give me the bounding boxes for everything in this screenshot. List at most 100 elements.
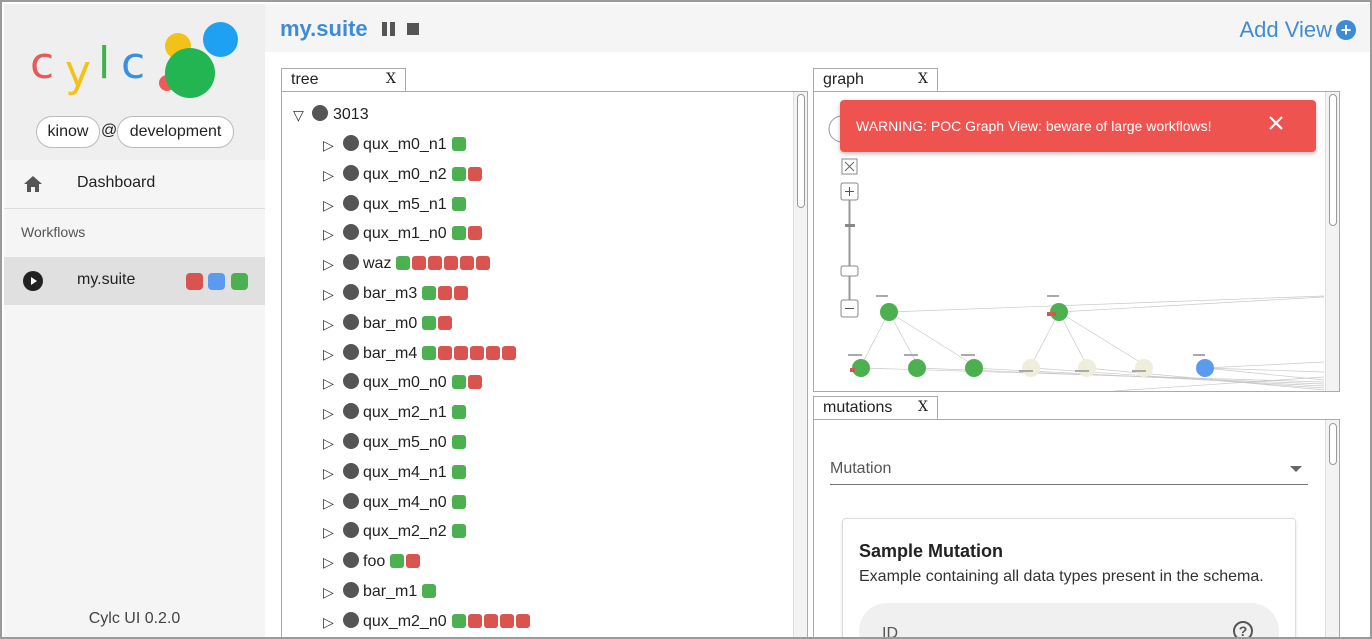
tree-task-row[interactable]: ▷ bar_m0 <box>323 313 783 337</box>
job-succeeded[interactable] <box>396 256 410 271</box>
job-failed[interactable] <box>428 256 442 271</box>
job-failed[interactable] <box>516 613 530 628</box>
add-circle-icon[interactable]: + <box>1336 20 1356 40</box>
tree-root-row[interactable]: ▽ 3013 <box>293 104 493 128</box>
help-icon[interactable]: ? <box>1233 621 1253 637</box>
graph-scrollbar[interactable] <box>1325 92 1339 391</box>
scrollbar-thumb[interactable] <box>797 94 805 208</box>
graph-node[interactable] <box>1193 354 1214 377</box>
graph-node[interactable] <box>961 354 983 377</box>
expand-toggle-icon[interactable]: ▷ <box>323 614 334 631</box>
tree-task-row[interactable]: ▷ bar_m3 <box>323 283 783 307</box>
tree-task-row[interactable]: ▷ qux_m0_n1 <box>323 134 783 158</box>
expand-toggle-icon[interactable]: ▷ <box>323 286 334 303</box>
expand-toggle-icon[interactable]: ▷ <box>323 137 334 154</box>
job-failed[interactable] <box>412 256 426 271</box>
job-succeeded[interactable] <box>452 464 466 479</box>
job-succeeded[interactable] <box>422 315 436 330</box>
tree-task-row[interactable]: ▷ qux_m0_n2 <box>323 164 783 188</box>
tab-tree[interactable]: tree X <box>281 68 406 92</box>
tree-task-row[interactable]: ▷ bar_m1 <box>323 581 783 605</box>
tree-task-row[interactable]: ▷ qux_m2_n1 <box>323 402 783 426</box>
tab-graph[interactable]: graph X <box>813 68 938 92</box>
stop-icon[interactable] <box>407 23 419 35</box>
add-view-button[interactable]: Add View <box>1239 17 1332 43</box>
job-failed[interactable] <box>484 613 498 628</box>
user-chip[interactable]: kinow <box>36 116 100 148</box>
close-tab-button[interactable]: X <box>386 71 396 87</box>
job-succeeded[interactable] <box>422 345 436 360</box>
expand-toggle-icon[interactable]: ▷ <box>323 435 334 452</box>
tree-task-row[interactable]: ▷ qux_m1_n0 <box>323 223 783 247</box>
job-succeeded[interactable] <box>452 405 466 420</box>
expand-toggle-icon[interactable]: ▷ <box>323 375 334 392</box>
sidebar-item-workflow[interactable]: my.suite <box>4 257 265 305</box>
graph-node[interactable] <box>1019 359 1040 377</box>
job-failed[interactable] <box>454 286 468 300</box>
tab-mutations[interactable]: mutations X <box>813 396 938 420</box>
graph-node[interactable] <box>848 354 870 377</box>
tree-task-row[interactable]: ▷ waz <box>323 253 783 277</box>
close-icon[interactable] <box>1266 113 1286 133</box>
job-failed[interactable] <box>502 345 516 360</box>
job-failed[interactable] <box>470 345 484 360</box>
close-tab-button[interactable]: X <box>918 71 928 87</box>
job-failed[interactable] <box>468 613 482 628</box>
job-failed[interactable] <box>486 345 500 360</box>
expand-toggle-icon[interactable]: ▷ <box>323 465 334 482</box>
job-succeeded[interactable] <box>422 286 436 300</box>
tree-task-row[interactable]: ▷ qux_m0_n0 <box>323 372 783 396</box>
chevron-down-icon[interactable] <box>1290 466 1302 472</box>
job-failed[interactable] <box>468 166 482 181</box>
mutations-scrollbar[interactable] <box>1325 420 1339 637</box>
graph-node[interactable] <box>904 354 926 377</box>
expand-toggle-icon[interactable]: ▷ <box>323 405 334 422</box>
job-failed[interactable] <box>438 345 452 360</box>
job-failed[interactable] <box>454 345 468 360</box>
graph-node[interactable] <box>876 295 898 321</box>
expand-toggle-icon[interactable]: ▷ <box>323 584 334 601</box>
tree-task-row[interactable]: ▷ qux_m4_n0 <box>323 492 783 516</box>
expand-toggle-icon[interactable]: ▷ <box>323 554 334 571</box>
job-failed[interactable] <box>438 286 452 300</box>
expand-toggle-icon[interactable]: ▷ <box>323 256 334 273</box>
zoom-slider-thumb[interactable] <box>840 265 859 277</box>
job-failed[interactable] <box>500 613 514 628</box>
tree-task-row[interactable]: ▷ qux_m5_n0 <box>323 432 783 456</box>
expand-toggle-icon[interactable]: ▷ <box>323 226 334 243</box>
job-failed[interactable] <box>460 256 474 271</box>
zoom-slider-handle[interactable] <box>845 224 855 227</box>
expand-toggle-icon[interactable]: ▷ <box>323 495 334 512</box>
job-succeeded[interactable] <box>452 613 466 628</box>
tree-task-row[interactable]: ▷ qux_m2_n0 <box>323 611 783 635</box>
id-field[interactable]: ID ? <box>859 603 1279 637</box>
pause-icon[interactable] <box>382 22 396 36</box>
tree-task-row[interactable]: ▷ qux_m5_n1 <box>323 194 783 218</box>
tree-task-row[interactable]: ▷ bar_m4 <box>323 343 783 367</box>
expand-toggle-icon[interactable]: ▷ <box>323 524 334 541</box>
job-succeeded[interactable] <box>452 226 466 241</box>
expand-toggle-icon[interactable]: ▷ <box>323 316 334 333</box>
sidebar-item-dashboard[interactable]: Dashboard <box>4 160 265 208</box>
job-failed[interactable] <box>468 226 482 241</box>
tree-task-row[interactable]: ▷ qux_m4_n1 <box>323 462 783 486</box>
tree-task-row[interactable]: ▷ foo <box>323 551 783 575</box>
tree-task-row[interactable]: ▷ qux_m2_n2 <box>323 521 783 545</box>
job-succeeded[interactable] <box>452 137 466 151</box>
expand-toggle-icon[interactable]: ▷ <box>323 197 334 214</box>
job-failed[interactable] <box>444 256 458 271</box>
job-failed[interactable] <box>468 375 482 390</box>
graph-node[interactable] <box>1047 295 1068 321</box>
job-succeeded[interactable] <box>452 524 466 539</box>
expand-toggle-icon[interactable]: ▷ <box>323 346 334 363</box>
close-tab-button[interactable]: X <box>918 399 928 415</box>
job-failed[interactable] <box>406 554 420 569</box>
scrollbar-thumb[interactable] <box>1329 94 1337 226</box>
job-failed[interactable] <box>438 315 452 330</box>
job-succeeded[interactable] <box>452 494 466 509</box>
expand-toggle-icon[interactable]: ▽ <box>293 107 304 124</box>
expand-toggle-icon[interactable]: ▷ <box>323 167 334 184</box>
mutation-select[interactable]: Mutation <box>830 448 1308 485</box>
host-chip[interactable]: development <box>117 116 234 148</box>
job-failed[interactable] <box>476 256 490 271</box>
